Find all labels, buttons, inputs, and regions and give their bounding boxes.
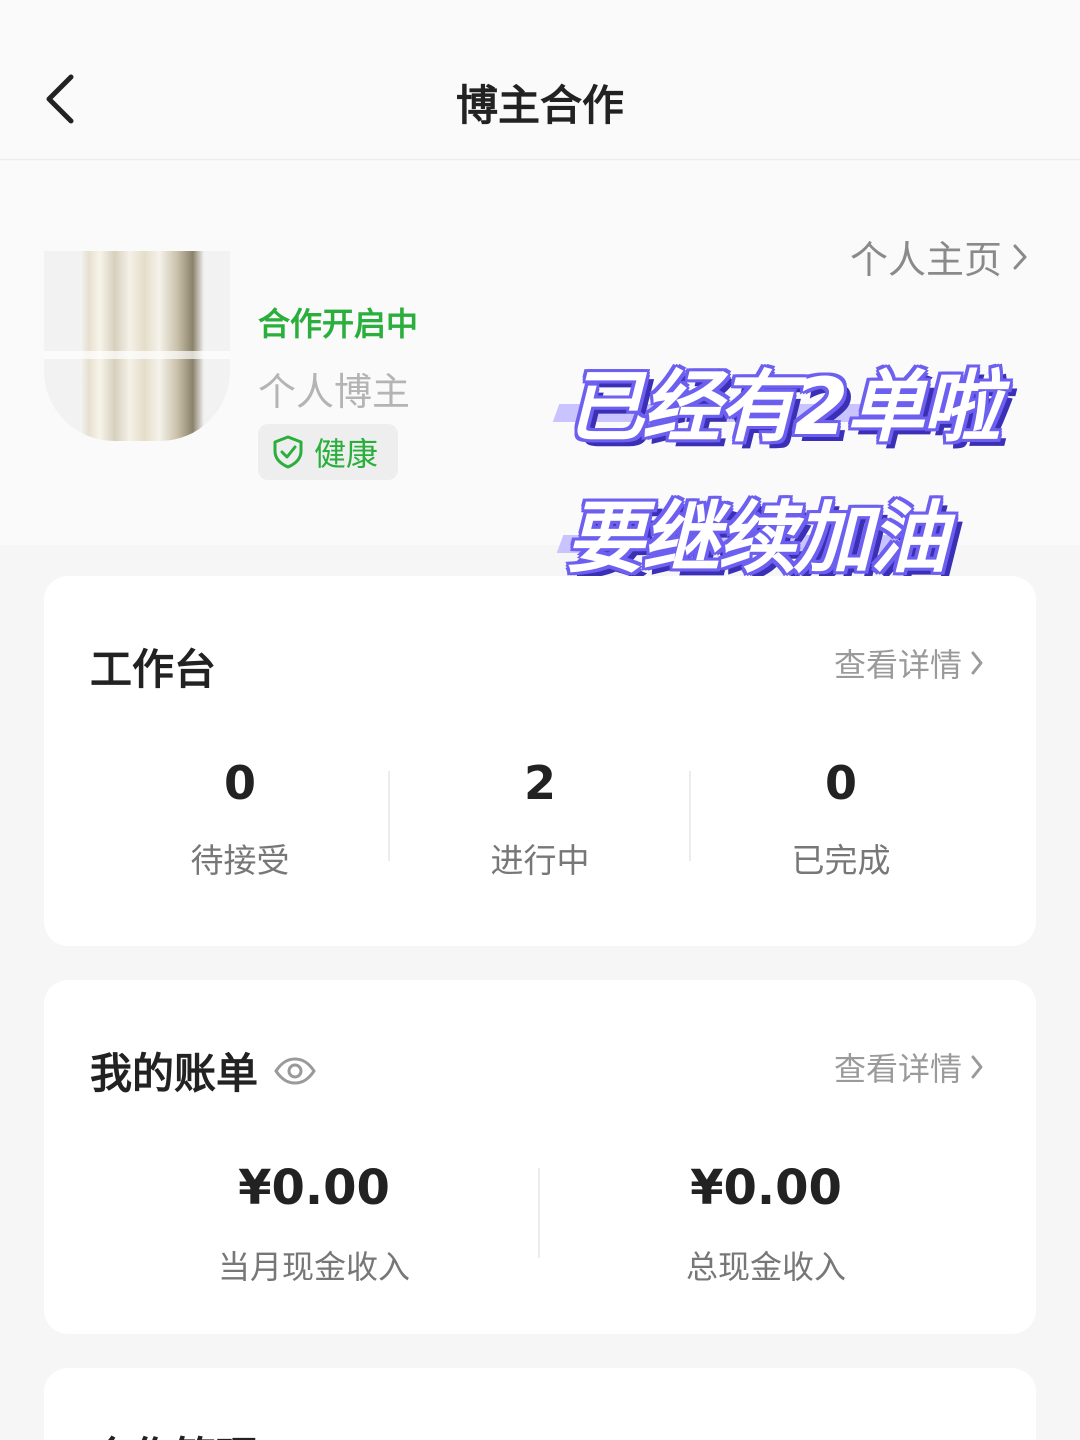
chevron-right-icon [971,1055,983,1079]
divider [538,1168,540,1258]
stat-value: 2 [523,756,556,810]
workbench-card: 工作台 查看详情 0 待接受 2 进行中 0 已完成 [44,576,1036,946]
bill-title-label: 我的账单 [90,1049,259,1098]
detail-link-label: 查看详情 [833,1050,962,1088]
blogger-type: 个人博主 [258,370,411,414]
stat-label: 待接受 [190,841,290,880]
sticker-text-line2: 要继续加油 [566,494,948,584]
nav-bar: 博主合作 [0,0,1080,160]
bill-title: 我的账单 [90,1040,316,1101]
cooperation-status: 合作开启中 [258,305,419,343]
page-title: 博主合作 [455,81,624,130]
bill-detail-link[interactable]: 查看详情 [834,1044,984,1090]
management-title: 合作管理 [90,1424,258,1440]
stat-label: 已完成 [791,841,891,880]
monthly-income-value: ¥0.00 [238,1160,390,1216]
monthly-income[interactable]: ¥0.00 当月现金收入 [184,1160,444,1288]
monthly-income-label: 当月现金收入 [217,1248,410,1286]
health-label: 健康 [314,435,379,473]
stat-label: 进行中 [490,841,590,880]
chevron-right-icon [1013,244,1027,269]
management-card: 合作管理 [44,1368,1036,1440]
bill-card: 我的账单 查看详情 ¥0.00 当月现金收入 ¥0.00 总现金收入 [44,980,1036,1334]
divider [388,771,390,861]
stat-in-progress[interactable]: 2 进行中 [440,756,640,882]
total-income-value: ¥0.00 [690,1160,842,1216]
health-badge[interactable]: 健康 [258,424,398,480]
eye-icon[interactable] [274,1056,316,1085]
stat-completed[interactable]: 0 已完成 [741,756,941,882]
total-income[interactable]: ¥0.00 总现金收入 [636,1160,896,1288]
shield-check-icon [273,435,303,469]
workbench-detail-link[interactable]: 查看详情 [834,640,984,686]
workbench-title: 工作台 [90,645,217,694]
homepage-link-label: 个人主页 [849,238,1002,282]
total-income-label: 总现金收入 [685,1248,846,1286]
chevron-right-icon [971,651,983,675]
sticker-text-line1: 已经有2单啦 [566,363,1000,453]
detail-link-label: 查看详情 [833,646,962,684]
stat-value: 0 [223,756,256,810]
stat-value: 0 [824,756,857,810]
homepage-link[interactable]: 个人主页 [850,229,1028,284]
stat-pending[interactable]: 0 待接受 [140,756,340,882]
avatar[interactable] [44,251,230,441]
divider [689,771,691,861]
